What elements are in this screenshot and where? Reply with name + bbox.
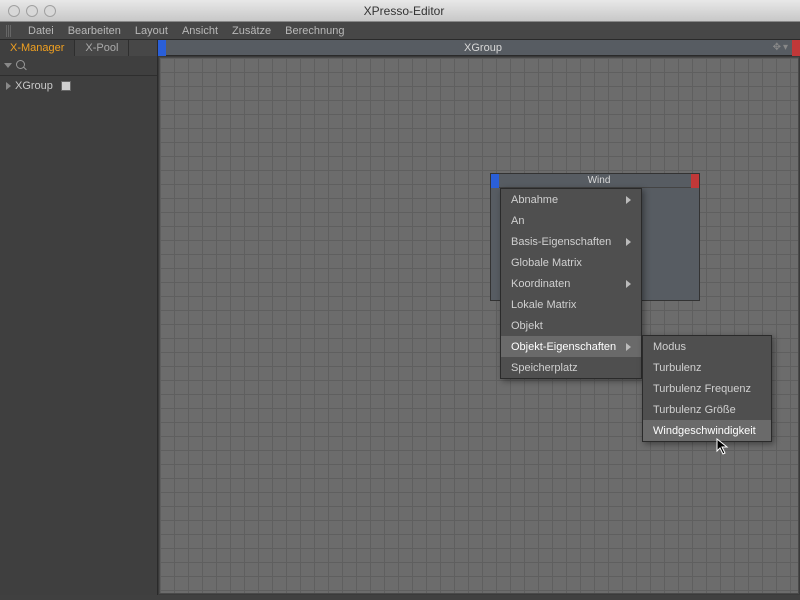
xgroup-title: XGroup: [166, 42, 800, 54]
ctx-objekt-eigenschaften[interactable]: Objekt-Eigenschaften: [501, 336, 641, 357]
node-canvas[interactable]: Wind Abnahme An Basis-Eigenschaften Glob…: [159, 57, 799, 594]
search-icon[interactable]: [16, 60, 28, 72]
dropdown-icon[interactable]: [4, 63, 12, 68]
window-title: XPresso-Editor: [8, 4, 800, 18]
subctx-turbulenz-groesse[interactable]: Turbulenz Größe: [643, 399, 771, 420]
panel-tabs: X-Manager X-Pool: [0, 40, 157, 56]
ctx-globale-matrix[interactable]: Globale Matrix: [501, 252, 641, 273]
menu-berechnung[interactable]: Berechnung: [285, 25, 344, 37]
subctx-windgeschwindigkeit[interactable]: Windgeschwindigkeit: [643, 420, 771, 441]
output-port-icon[interactable]: [691, 174, 699, 188]
menu-bearbeiten[interactable]: Bearbeiten: [68, 25, 121, 37]
input-port-icon[interactable]: [491, 174, 499, 188]
xgroup-header[interactable]: XGroup ✥ ▾: [158, 40, 800, 56]
search-row: [0, 56, 157, 76]
left-panel: X-Manager X-Pool XGroup: [0, 40, 158, 595]
submenu-arrow-icon: [626, 343, 631, 351]
subctx-turbulenz[interactable]: Turbulenz: [643, 357, 771, 378]
center-panel: XGroup ✥ ▾ Wind Abnahme An Basis-Eigensc…: [158, 40, 800, 595]
tree-item-xgroup[interactable]: XGroup: [0, 76, 157, 96]
submenu-arrow-icon: [626, 280, 631, 288]
ctx-lokale-matrix[interactable]: Lokale Matrix: [501, 294, 641, 315]
ctx-an[interactable]: An: [501, 210, 641, 231]
context-menu: Abnahme An Basis-Eigenschaften Globale M…: [500, 188, 642, 379]
menu-zusaetze[interactable]: Zusätze: [232, 25, 271, 37]
ctx-koordinaten[interactable]: Koordinaten: [501, 273, 641, 294]
output-port-icon[interactable]: [792, 40, 800, 56]
ctx-basis-eigenschaften[interactable]: Basis-Eigenschaften: [501, 231, 641, 252]
subctx-turbulenz-frequenz[interactable]: Turbulenz Frequenz: [643, 378, 771, 399]
tab-x-manager[interactable]: X-Manager: [0, 40, 75, 56]
ctx-objekt[interactable]: Objekt: [501, 315, 641, 336]
tab-x-pool[interactable]: X-Pool: [75, 40, 129, 56]
node-title: Wind: [499, 175, 699, 186]
ctx-speicherplatz[interactable]: Speicherplatz: [501, 357, 641, 378]
header-icons: ✥ ▾: [773, 42, 788, 53]
grip-icon: [6, 25, 12, 37]
menu-ansicht[interactable]: Ansicht: [182, 25, 218, 37]
context-submenu: Modus Turbulenz Turbulenz Frequenz Turbu…: [642, 335, 772, 442]
ctx-abnahme[interactable]: Abnahme: [501, 189, 641, 210]
chevron-down-icon[interactable]: ▾: [783, 42, 788, 53]
window-titlebar: XPresso-Editor: [0, 0, 800, 22]
menu-bar: Datei Bearbeiten Layout Ansicht Zusätze …: [0, 22, 800, 40]
menu-layout[interactable]: Layout: [135, 25, 168, 37]
expand-icon[interactable]: [6, 82, 11, 90]
footer-bar: [0, 595, 800, 600]
submenu-arrow-icon: [626, 196, 631, 204]
move-icon[interactable]: ✥: [773, 42, 781, 53]
submenu-arrow-icon: [626, 238, 631, 246]
subctx-modus[interactable]: Modus: [643, 336, 771, 357]
input-port-icon[interactable]: [158, 40, 166, 56]
node-header[interactable]: Wind: [491, 174, 699, 188]
menu-datei[interactable]: Datei: [28, 25, 54, 37]
node-icon: [61, 81, 71, 91]
tree-item-label: XGroup: [15, 80, 53, 92]
